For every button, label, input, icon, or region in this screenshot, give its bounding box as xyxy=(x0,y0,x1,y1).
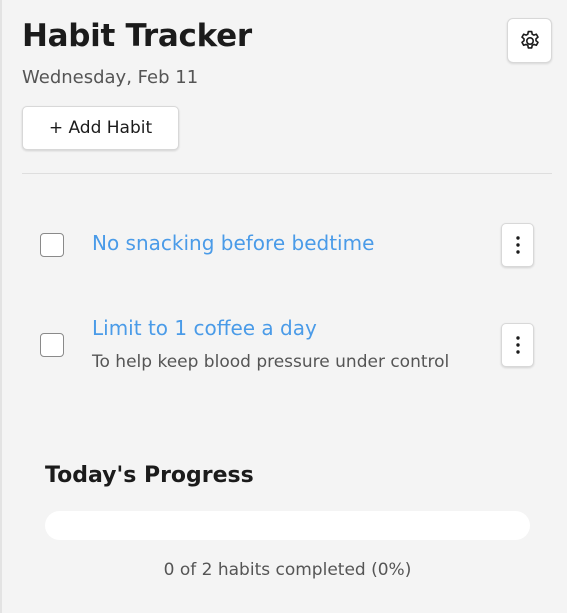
gear-icon xyxy=(520,30,539,49)
habit-checkbox[interactable] xyxy=(40,233,64,257)
more-vertical-icon xyxy=(515,336,520,354)
progress-summary: 0 of 2 habits completed (0%) xyxy=(163,560,412,580)
page-title: Habit Tracker xyxy=(22,18,252,54)
habit-name[interactable]: Limit to 1 coffee a day xyxy=(92,316,317,340)
current-date: Wednesday, Feb 11 xyxy=(22,67,199,88)
habit-description: To help keep blood pressure under contro… xyxy=(92,352,450,372)
app-panel: Habit Tracker Wednesday, Feb 11 + Add Ha… xyxy=(0,0,567,613)
header-divider xyxy=(22,173,552,174)
progress-bar xyxy=(45,511,530,540)
habit-menu-button[interactable] xyxy=(501,323,534,367)
add-habit-button[interactable]: + Add Habit xyxy=(22,106,179,150)
settings-button[interactable] xyxy=(507,18,552,63)
more-vertical-icon xyxy=(515,236,520,254)
habit-menu-button[interactable] xyxy=(501,223,534,267)
habit-checkbox[interactable] xyxy=(40,333,64,357)
progress-title: Today's Progress xyxy=(45,463,254,488)
habit-name[interactable]: No snacking before bedtime xyxy=(92,231,374,255)
